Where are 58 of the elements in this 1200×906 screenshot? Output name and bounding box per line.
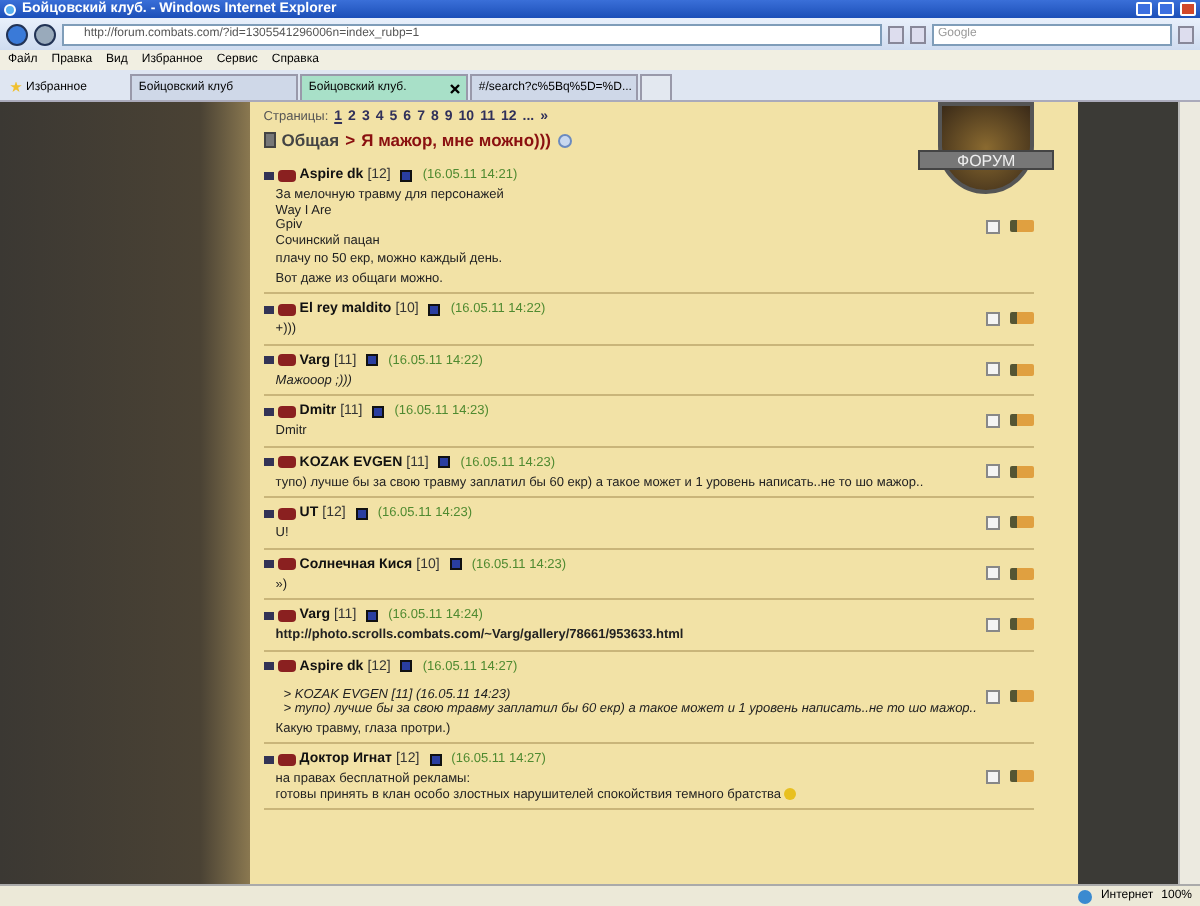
rank-icon: [263, 305, 274, 313]
info-icon[interactable]: [355, 507, 368, 519]
clan-emblem-icon: [277, 558, 296, 570]
checkbox[interactable]: [985, 617, 1000, 632]
checkbox[interactable]: [985, 362, 1000, 377]
browser-icon: [4, 3, 16, 15]
checkbox[interactable]: [985, 515, 1000, 530]
info-icon[interactable]: [428, 303, 441, 315]
rank-icon: [263, 356, 274, 364]
info-icon[interactable]: [400, 169, 413, 181]
clan-emblem-icon: [277, 753, 296, 765]
maximize-button[interactable]: [1158, 2, 1174, 16]
checkbox[interactable]: [985, 464, 1000, 479]
refresh-button[interactable]: [888, 25, 904, 43]
checkbox[interactable]: [985, 311, 1000, 326]
info-icon[interactable]: [372, 405, 385, 417]
topic-title: Я мажор, мне можно))): [361, 130, 552, 150]
clan-emblem-icon: [277, 303, 296, 315]
clan-emblem-icon: [277, 609, 296, 621]
rank-icon: [263, 509, 274, 517]
book-icon: [263, 132, 276, 148]
close-button[interactable]: [1180, 2, 1196, 16]
clan-emblem-icon: [277, 456, 296, 468]
rank-icon: [263, 662, 274, 670]
clan-emblem-icon: [277, 169, 296, 181]
back-button[interactable]: [6, 23, 28, 45]
rank-icon: [263, 171, 274, 179]
clan-emblem-icon: [277, 660, 296, 672]
checkbox[interactable]: [985, 566, 1000, 581]
close-tab-icon[interactable]: [450, 83, 461, 93]
rank-icon: [263, 560, 274, 568]
search-button[interactable]: [1178, 25, 1194, 43]
checkbox[interactable]: [985, 769, 1000, 783]
rank-icon: [263, 407, 274, 415]
rank-icon: [263, 755, 274, 763]
info-icon[interactable]: [449, 558, 462, 570]
minimize-button[interactable]: [1136, 2, 1152, 16]
checkbox[interactable]: [985, 689, 1000, 704]
add-icon[interactable]: [557, 133, 572, 147]
smiley-icon: [783, 788, 796, 801]
checkbox[interactable]: [985, 219, 1000, 233]
clan-emblem-icon: [277, 507, 296, 519]
clan-emblem-icon: [277, 354, 296, 366]
clan-emblem-icon: [277, 405, 296, 417]
globe-icon: [1078, 889, 1093, 903]
checkbox[interactable]: [985, 413, 1000, 428]
info-icon[interactable]: [366, 609, 379, 621]
info-icon[interactable]: [429, 753, 442, 765]
info-icon[interactable]: [400, 660, 413, 672]
forward-button[interactable]: [34, 23, 56, 45]
rank-icon: [263, 611, 274, 619]
scrollbar[interactable]: [1178, 102, 1200, 884]
stop-button[interactable]: [910, 25, 926, 43]
rank-icon: [263, 458, 274, 466]
breadcrumb-separator: >: [345, 130, 356, 150]
section-link[interactable]: Общая: [281, 130, 340, 150]
info-icon[interactable]: [366, 354, 379, 366]
info-icon[interactable]: [438, 456, 451, 468]
